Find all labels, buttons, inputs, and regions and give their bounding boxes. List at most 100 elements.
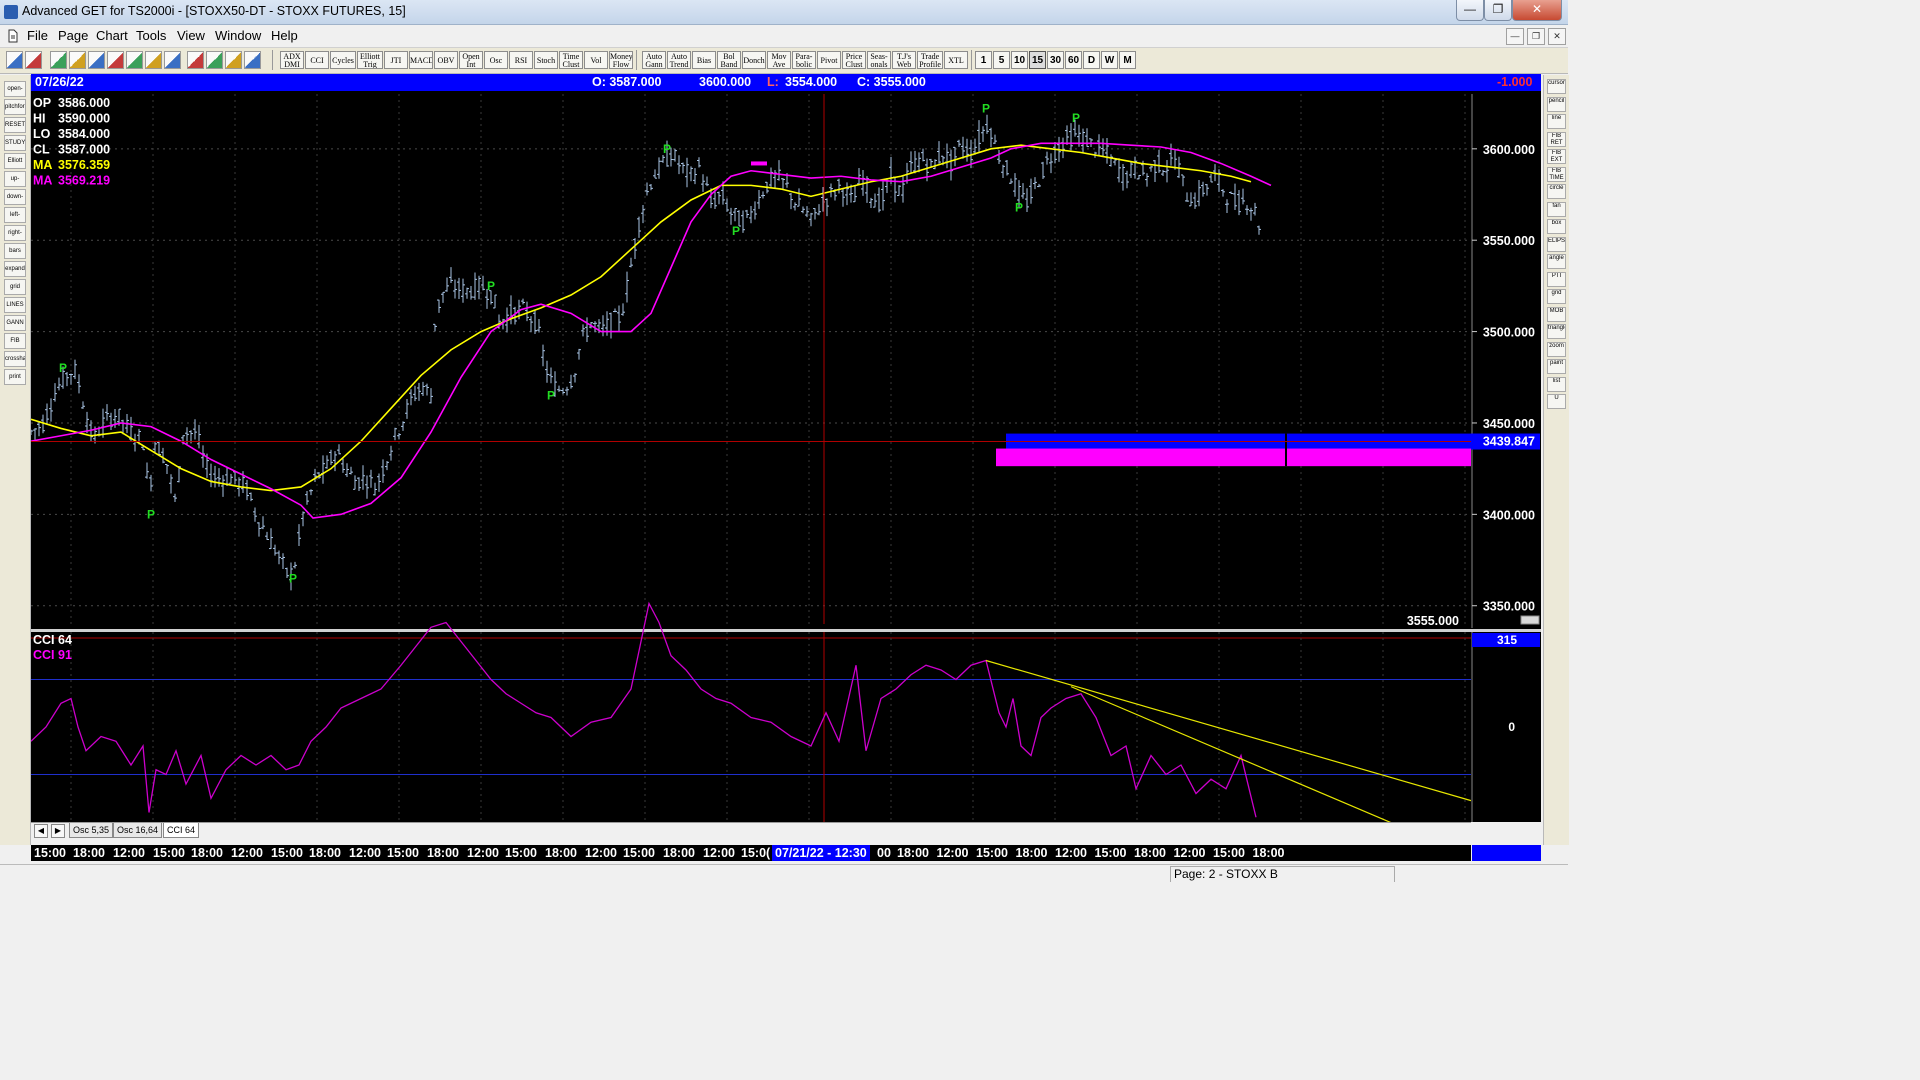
right-tool-angle[interactable]: angle xyxy=(1547,254,1566,269)
left-tool-open-folder[interactable]: open-folder xyxy=(4,81,26,97)
study-button-jti[interactable]: JTI xyxy=(384,51,408,69)
right-tool-zoom[interactable]: zoom xyxy=(1547,341,1566,357)
right-tool-fan[interactable]: fan xyxy=(1547,201,1566,217)
menu-page[interactable]: Page xyxy=(58,28,88,43)
close-button[interactable]: ✕ xyxy=(1512,0,1562,21)
left-tool-right-arrow[interactable]: right-arrow xyxy=(4,225,26,241)
interval-button-w[interactable]: W xyxy=(1101,51,1118,69)
interval-button-30[interactable]: 30 xyxy=(1047,51,1064,69)
tab-cci-64[interactable]: CCI 64 xyxy=(163,823,200,838)
right-tool-u[interactable]: U xyxy=(1547,394,1566,409)
study-button-cci[interactable]: CCI xyxy=(305,51,329,69)
right-tool-fib-ext[interactable]: FIB EXT xyxy=(1547,149,1566,164)
mdi-restore-button[interactable]: ❐ xyxy=(1527,28,1545,45)
right-tool-pencil[interactable]: pencil xyxy=(1547,96,1566,112)
study-button-seas-onals[interactable]: Seas-onals xyxy=(867,51,891,69)
toolbar-tool-icon[interactable] xyxy=(107,51,124,69)
right-tool-line[interactable]: line xyxy=(1547,114,1566,129)
toolbar-tool-icon[interactable] xyxy=(69,51,86,69)
study-button-vol[interactable]: Vol xyxy=(584,51,608,69)
left-tool-elliott[interactable]: Elliott xyxy=(4,153,26,169)
menu-chart[interactable]: Chart xyxy=(96,28,128,43)
study-button-auto-trend[interactable]: Auto Trend xyxy=(667,51,691,69)
right-tool-mob[interactable]: MOB xyxy=(1547,306,1566,322)
toolbar-tool-icon[interactable] xyxy=(244,51,261,69)
study-button-open-int[interactable]: Open Int xyxy=(459,51,483,69)
study-button-para-bolic[interactable]: Para-bolic xyxy=(792,51,816,69)
toolbar-tool-icon[interactable] xyxy=(187,51,204,69)
toolbar-tool-icon[interactable] xyxy=(50,51,67,69)
menu-help[interactable]: Help xyxy=(271,28,298,43)
left-tool-down-arrow[interactable]: down-arrow xyxy=(4,189,26,205)
left-tool-left-arrow[interactable]: left-arrow xyxy=(4,207,26,223)
toolbar-tool-icon[interactable] xyxy=(126,51,143,69)
left-tool-bars[interactable]: bars xyxy=(4,243,26,259)
right-tool-elips[interactable]: ELIPS xyxy=(1547,236,1566,252)
study-button-osc[interactable]: Osc xyxy=(484,51,508,69)
mdi-minimize-button[interactable]: — xyxy=(1506,28,1524,45)
interval-button-10[interactable]: 10 xyxy=(1011,51,1028,69)
right-tool-grid[interactable]: grid xyxy=(1547,289,1566,304)
left-tool-study[interactable]: STUDY xyxy=(4,135,26,151)
tab-scroll-right-button[interactable]: ▶ xyxy=(51,824,65,838)
toolbar-tool-icon[interactable] xyxy=(88,51,105,69)
toolbar-tool-icon[interactable] xyxy=(225,51,242,69)
study-button-xtl[interactable]: XTL xyxy=(944,51,968,69)
study-button-bol-band[interactable]: Bol Band xyxy=(717,51,741,69)
panel-resize-grip[interactable] xyxy=(1520,615,1540,625)
interval-button-15[interactable]: 15 xyxy=(1029,51,1046,69)
tab-scroll-left-button[interactable]: ◀ xyxy=(34,824,48,838)
toolbar-tool-icon[interactable] xyxy=(206,51,223,69)
tab-osc-16-64[interactable]: Osc 16,64 xyxy=(113,823,163,838)
study-button-t-j-s-web[interactable]: T.J's Web xyxy=(892,51,916,69)
study-button-stoch[interactable]: Stoch xyxy=(534,51,558,69)
left-tool-fib[interactable]: FIB xyxy=(4,333,26,349)
interval-button-1[interactable]: 1 xyxy=(975,51,992,69)
toolbar-tool-icon[interactable] xyxy=(25,51,42,69)
right-tool-box[interactable]: box xyxy=(1547,219,1566,234)
right-tool-fib-time[interactable]: FIB TIME xyxy=(1547,166,1566,182)
cci-panel[interactable]: 315 0 CCI 64CCI 91 xyxy=(31,601,1541,823)
study-button-elliott-trig[interactable]: Elliott Trig xyxy=(357,51,383,69)
interval-button-60[interactable]: 60 xyxy=(1065,51,1082,69)
right-tool-paint[interactable]: paint xyxy=(1547,359,1566,374)
study-button-trade-profile[interactable]: Trade Profile xyxy=(917,51,943,69)
left-tool-print[interactable]: print xyxy=(4,369,26,385)
interval-button-d[interactable]: D xyxy=(1083,51,1100,69)
left-tool-lines[interactable]: LINES xyxy=(4,297,26,313)
menu-view[interactable]: View xyxy=(177,28,205,43)
study-button-time-clust[interactable]: Time Clust xyxy=(559,51,583,69)
right-tool-pti[interactable]: PTI xyxy=(1547,271,1566,287)
left-tool-gann[interactable]: GANN xyxy=(4,315,26,331)
mdi-close-button[interactable]: ✕ xyxy=(1548,28,1566,45)
study-button-price-clust[interactable]: Price Clust xyxy=(842,51,866,69)
menu-file[interactable]: File xyxy=(27,28,48,43)
right-tool-triangle[interactable]: triangle xyxy=(1547,324,1566,339)
study-button-auto-gann[interactable]: Auto Gann xyxy=(642,51,666,69)
left-tool-pitchfork[interactable]: pitchfork xyxy=(4,99,26,115)
toolbar-tool-icon[interactable] xyxy=(145,51,162,69)
left-tool-crosshair[interactable]: crosshair xyxy=(4,351,26,367)
study-button-pivot[interactable]: Pivot xyxy=(817,51,841,69)
price-panel[interactable]: P P P P P P P P P P 3350.000 3400.000 3450.000 3500.0… xyxy=(31,94,1541,628)
left-tool-up-arrow[interactable]: up-arrow xyxy=(4,171,26,187)
right-tool-circle[interactable]: circle xyxy=(1547,184,1566,199)
study-button-money-flow[interactable]: Money Flow xyxy=(609,51,633,69)
panel-splitter[interactable] xyxy=(31,629,1541,632)
right-tool-list[interactable]: list xyxy=(1547,376,1566,392)
restore-button[interactable]: ❐ xyxy=(1484,0,1512,21)
right-tool-fib-ret[interactable]: FIB RET xyxy=(1547,131,1566,147)
left-tool-expand[interactable]: expand xyxy=(4,261,26,277)
study-button-rsi[interactable]: RSI xyxy=(509,51,533,69)
study-button-mov-ave[interactable]: Mov Ave xyxy=(767,51,791,69)
tab-osc-5-35[interactable]: Osc 5,35 xyxy=(69,823,114,838)
right-tool-cursor[interactable]: cursor xyxy=(1547,79,1566,94)
study-button-macd[interactable]: MACD xyxy=(409,51,433,69)
left-tool-grid[interactable]: grid xyxy=(4,279,26,295)
toolbar-tool-icon[interactable] xyxy=(164,51,181,69)
study-button-obv[interactable]: OBV xyxy=(434,51,458,69)
toolbar-tool-icon[interactable] xyxy=(6,51,23,69)
study-button-adx-dmi[interactable]: ADX DMI xyxy=(280,51,304,69)
interval-button-m[interactable]: M xyxy=(1119,51,1136,69)
left-tool-reset[interactable]: RESET xyxy=(4,117,26,133)
